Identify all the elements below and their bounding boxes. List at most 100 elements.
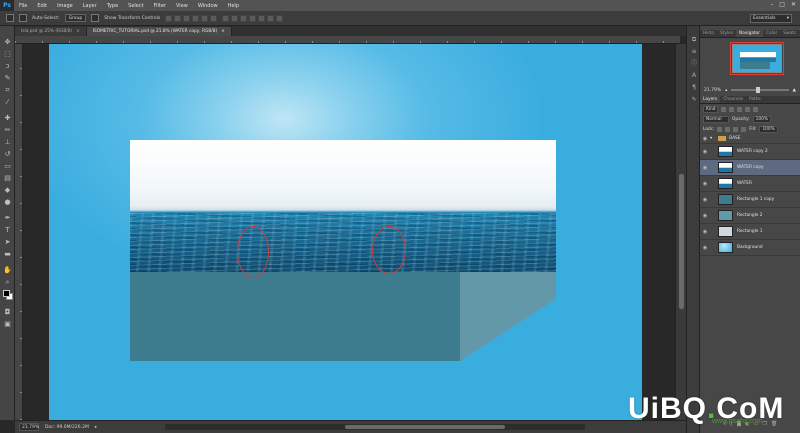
eye-icon[interactable]: ◉ — [700, 136, 710, 142]
show-transform-checkbox[interactable] — [91, 14, 100, 22]
layer-row[interactable]: ◉ WATER copy 2 — [700, 144, 800, 160]
layer-row[interactable]: ◉ Rectangle 1 — [700, 224, 800, 240]
brush-panel-icon[interactable]: ✎ — [690, 96, 698, 104]
eye-icon[interactable]: ◉ — [700, 213, 710, 219]
layer-row-selected[interactable]: ◉ WATER copy — [700, 160, 800, 176]
foreground-color-swatch[interactable] — [3, 290, 10, 297]
menu-select[interactable]: Select — [123, 3, 148, 9]
navigator-zoom-value[interactable]: 21.79% — [704, 88, 721, 93]
tab-layers[interactable]: Layers — [700, 96, 721, 103]
path-select-tool-icon[interactable]: ➤ — [3, 238, 12, 247]
disclosure-triangle-icon[interactable]: ▾ — [710, 136, 712, 141]
eye-icon[interactable]: ◉ — [700, 149, 710, 155]
distribute-bottom-icon[interactable] — [240, 14, 248, 22]
clone-stamp-tool-icon[interactable]: ⊥ — [3, 138, 12, 147]
opacity-field[interactable]: 100% — [752, 115, 771, 123]
zoom-tool-icon[interactable]: ⌕ — [3, 278, 12, 287]
zoom-out-icon[interactable]: ▴ — [725, 88, 727, 93]
align-right-icon[interactable] — [210, 14, 218, 22]
lock-position-icon[interactable] — [733, 126, 739, 132]
fill-field[interactable]: 100% — [759, 125, 778, 133]
layer-row[interactable]: ◉ Rectangle 1 copy — [700, 192, 800, 208]
blur-tool-icon[interactable]: ◆ — [3, 186, 12, 195]
canvas-area[interactable] — [23, 44, 675, 420]
distribute-vcenter-icon[interactable] — [231, 14, 239, 22]
lasso-tool-icon[interactable]: ↄ — [3, 62, 12, 71]
tab-channels[interactable]: Channels — [720, 96, 746, 103]
layer-filter-dropdown[interactable]: Kind — [703, 105, 719, 113]
distribute-top-icon[interactable] — [222, 14, 230, 22]
document-canvas[interactable] — [49, 44, 642, 420]
filter-smart-icon[interactable] — [753, 106, 759, 112]
hand-tool-icon[interactable]: ✋ — [3, 266, 12, 275]
tab-histogram[interactable]: Histo — [700, 30, 717, 37]
properties-panel-icon[interactable]: ≡ — [690, 48, 698, 56]
document-size-info[interactable]: Doc: 99.0M/226.2M — [45, 425, 89, 430]
paragraph-panel-icon[interactable]: ¶ — [690, 84, 698, 92]
lock-image-icon[interactable] — [725, 126, 731, 132]
zoom-level-field[interactable]: 21.79% — [19, 423, 39, 431]
navigator-view-rectangle[interactable] — [730, 42, 784, 75]
close-icon[interactable]: × — [76, 29, 80, 34]
crop-tool-icon[interactable]: ⌗ — [3, 86, 12, 95]
minimize-button[interactable]: – — [770, 1, 773, 8]
distribute-left-icon[interactable] — [249, 14, 257, 22]
menu-file[interactable]: File — [14, 3, 32, 9]
filter-type-icon[interactable] — [737, 106, 743, 112]
layer-row[interactable]: ◉ Background — [700, 240, 800, 256]
status-menu-arrow-icon[interactable]: ▸ — [95, 425, 97, 430]
info-panel-icon[interactable]: ⓘ — [690, 60, 698, 68]
menu-view[interactable]: View — [171, 3, 193, 9]
canvas-vertical-scrollbar[interactable] — [675, 44, 686, 420]
menu-type[interactable]: Type — [102, 3, 123, 9]
maximize-button[interactable]: □ — [779, 1, 785, 8]
eye-icon[interactable]: ◉ — [700, 181, 710, 187]
zoom-in-icon[interactable]: ▲ — [793, 88, 796, 93]
close-icon[interactable]: × — [221, 29, 225, 34]
history-brush-tool-icon[interactable]: ↺ — [3, 150, 12, 159]
menu-help[interactable]: Help — [223, 3, 244, 9]
layer-row[interactable]: ◉ Rectangle 2 — [700, 208, 800, 224]
distribute-hcenter-icon[interactable] — [258, 14, 266, 22]
scrollbar-thumb[interactable] — [679, 174, 684, 309]
move-tool-icon[interactable]: ✥ — [3, 38, 12, 47]
healing-brush-tool-icon[interactable]: ✚ — [3, 114, 12, 123]
auto-align-icon[interactable] — [276, 14, 284, 22]
quick-select-tool-icon[interactable]: ✎ — [3, 74, 12, 83]
menu-image[interactable]: Image — [52, 3, 78, 9]
filter-shape-icon[interactable] — [745, 106, 751, 112]
eraser-tool-icon[interactable]: ▭ — [3, 162, 12, 171]
workspace-dropdown[interactable]: Essentials ▾ — [750, 14, 792, 23]
auto-select-mode-dropdown[interactable]: Group — [64, 14, 87, 22]
menu-filter[interactable]: Filter — [149, 3, 171, 9]
quick-mask-icon[interactable]: ◘ — [3, 308, 12, 317]
horizontal-ruler[interactable] — [15, 36, 680, 44]
history-panel-icon[interactable]: ⧉ — [690, 36, 698, 44]
gradient-tool-icon[interactable]: ▤ — [3, 174, 12, 183]
menu-window[interactable]: Window — [193, 3, 223, 9]
eye-icon[interactable]: ◉ — [700, 245, 710, 251]
menu-layer[interactable]: Layer — [78, 3, 102, 9]
marquee-tool-icon[interactable]: ⬚ — [3, 50, 12, 59]
align-bottom-icon[interactable] — [183, 14, 191, 22]
filter-pixel-icon[interactable] — [721, 106, 727, 112]
distribute-right-icon[interactable] — [267, 14, 275, 22]
tab-navigator[interactable]: Navigator — [736, 30, 764, 37]
align-left-icon[interactable] — [192, 14, 200, 22]
eye-icon[interactable]: ◉ — [700, 165, 710, 171]
navigator-zoom-slider[interactable] — [731, 87, 789, 93]
align-vcenter-icon[interactable] — [174, 14, 182, 22]
dodge-tool-icon[interactable]: ● — [3, 198, 12, 207]
close-window-button[interactable]: ✕ — [791, 1, 796, 8]
vertical-ruler[interactable] — [15, 44, 23, 420]
eyedropper-tool-icon[interactable]: ⁄ — [3, 98, 12, 107]
slider-knob[interactable] — [756, 87, 761, 93]
tab-swatches[interactable]: Swatc — [780, 30, 799, 37]
type-tool-icon[interactable]: T — [3, 226, 12, 235]
blend-mode-dropdown[interactable]: Normal — [703, 115, 729, 123]
layer-row[interactable]: ◉ WATER — [700, 176, 800, 192]
eye-icon[interactable]: ◉ — [700, 197, 710, 203]
eye-icon[interactable]: ◉ — [700, 229, 710, 235]
document-tab-active[interactable]: ISOMETRIC_TUTORIAL.psd @ 21.8% (WATER co… — [86, 27, 232, 36]
pen-tool-icon[interactable]: ✒ — [3, 214, 12, 223]
